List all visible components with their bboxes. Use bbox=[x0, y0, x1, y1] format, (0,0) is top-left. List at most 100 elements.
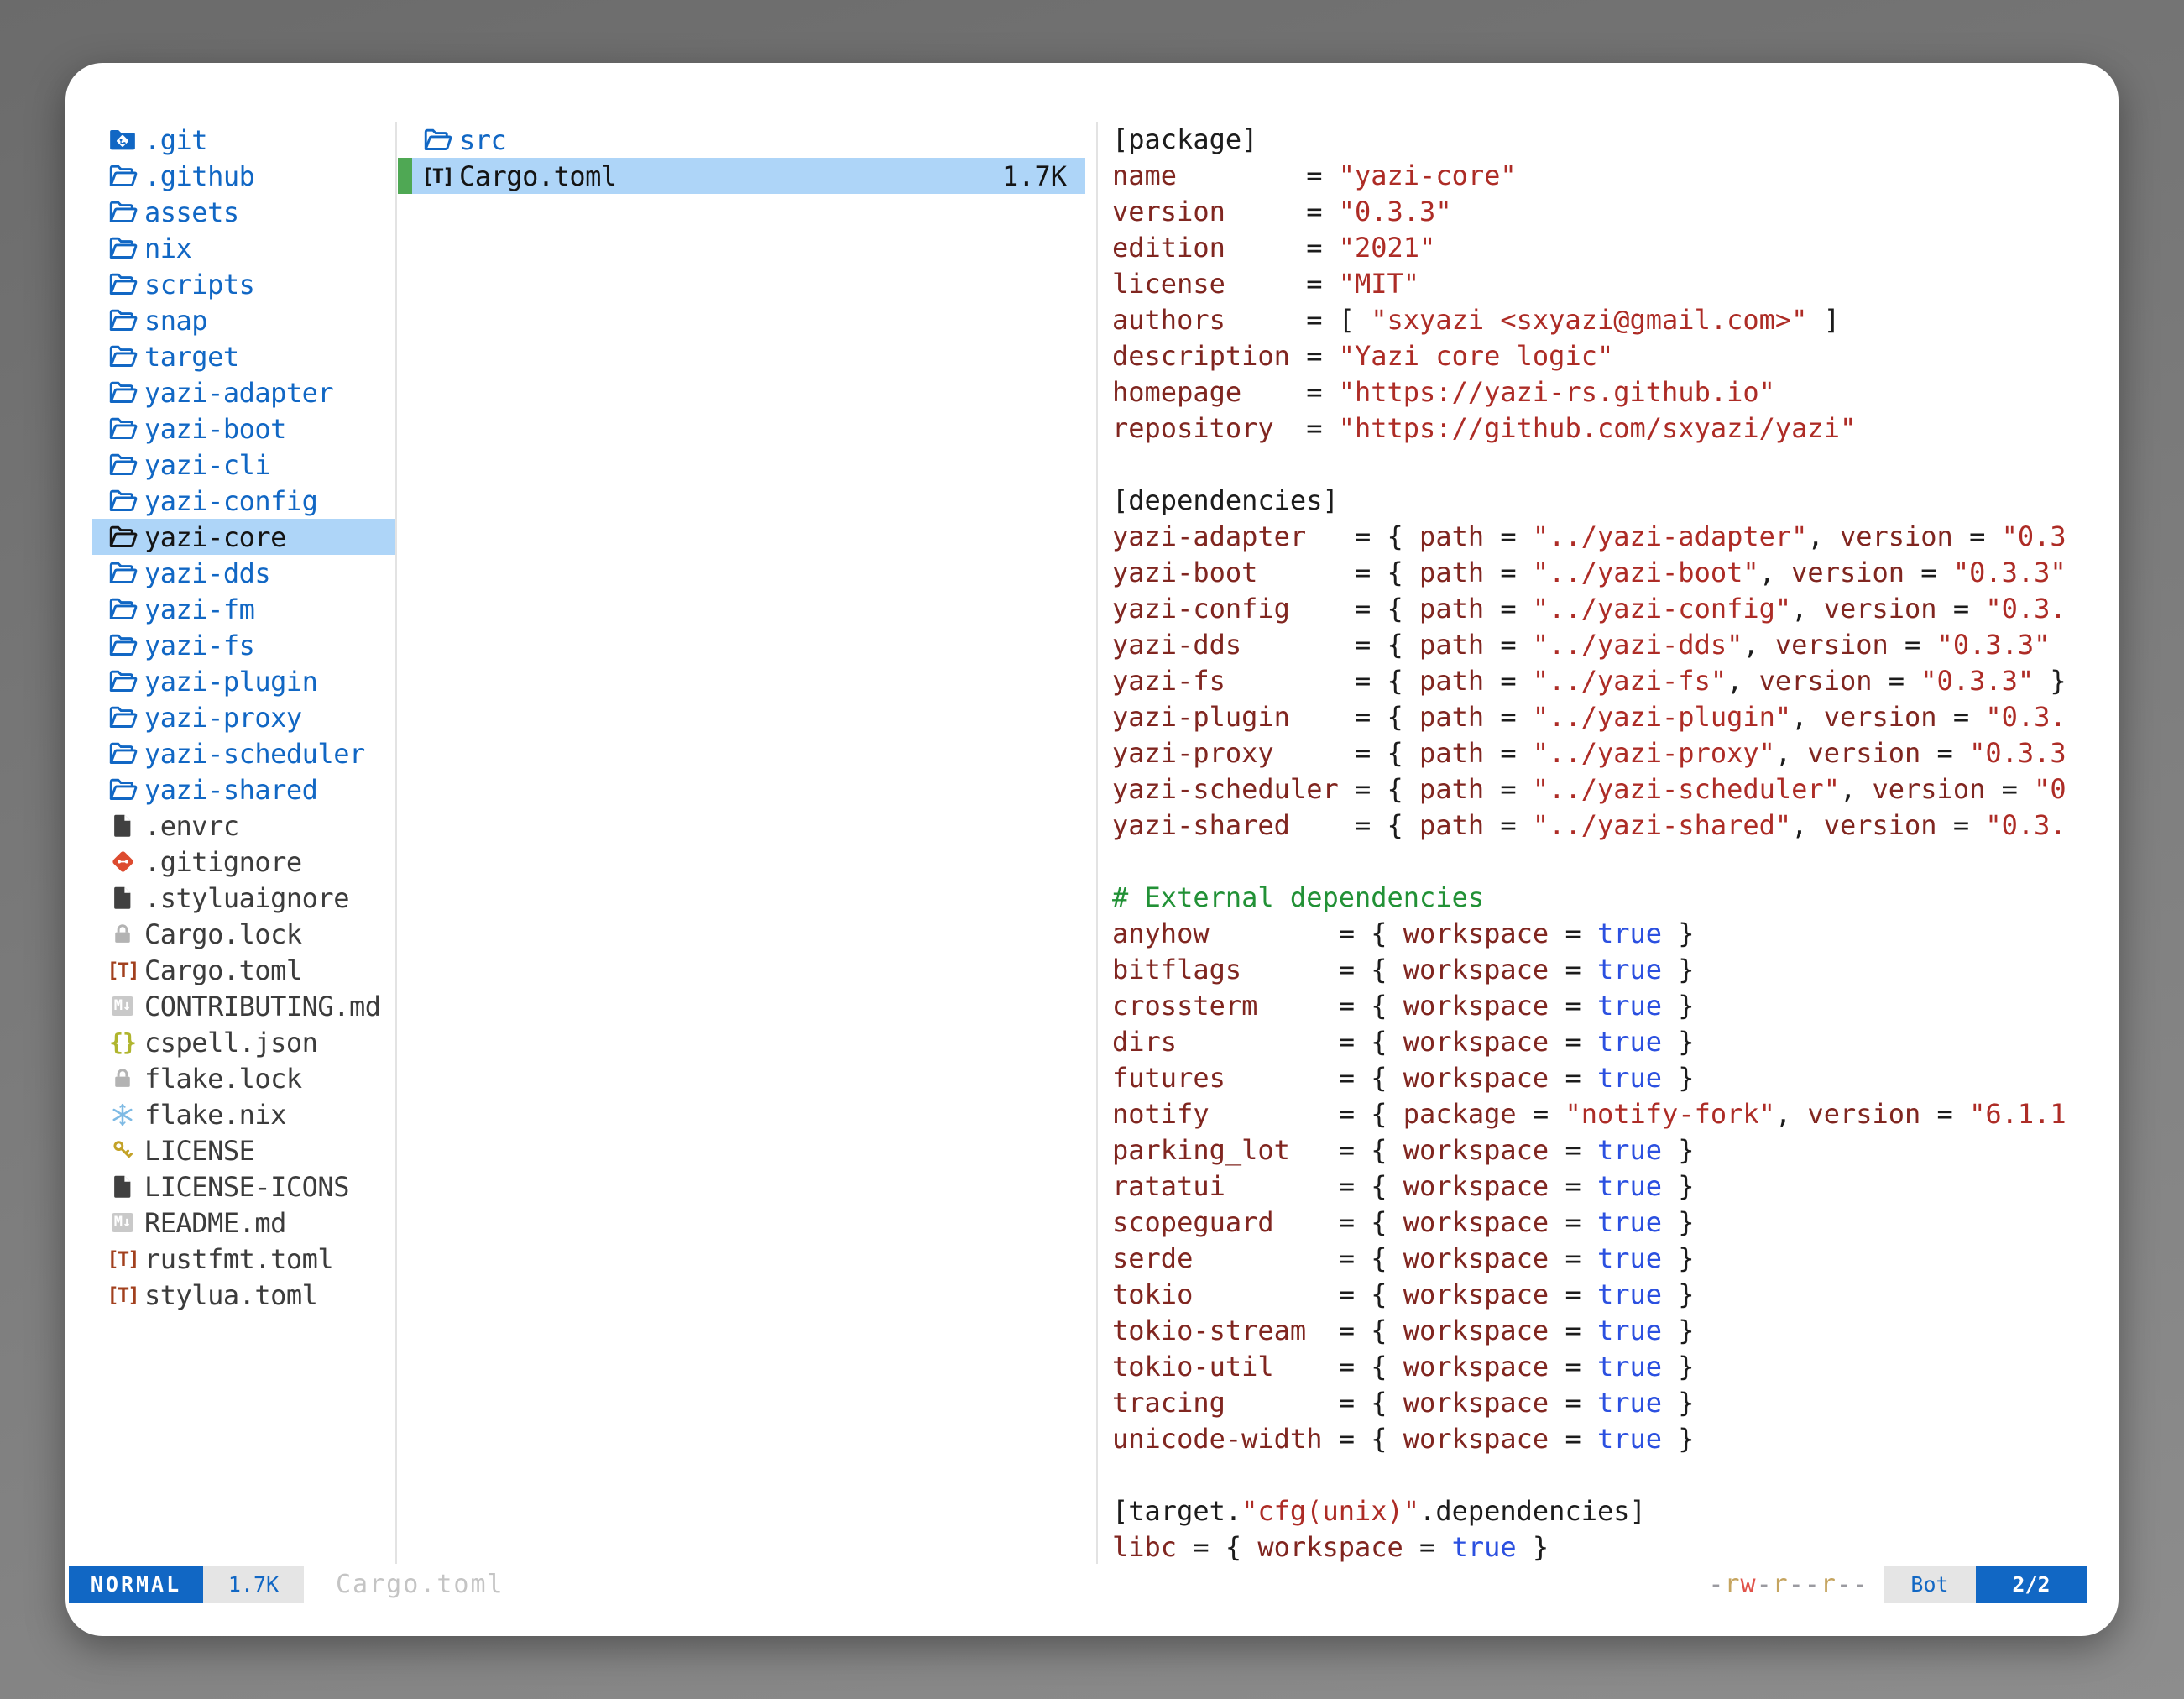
scroll-position-label: Bot bbox=[1884, 1566, 1976, 1603]
folder-icon bbox=[105, 738, 140, 770]
file-row[interactable]: yazi-dds bbox=[92, 555, 395, 591]
file-label: Cargo.lock bbox=[144, 918, 302, 950]
pane-divider bbox=[1096, 122, 1098, 1564]
preview-line: futures = { workspace = true } bbox=[1112, 1060, 2119, 1096]
file-row[interactable]: .envrc bbox=[92, 808, 395, 844]
current-pane[interactable]: src[T]Cargo.toml1.7K bbox=[398, 122, 1085, 194]
toml-icon: [T] bbox=[420, 160, 455, 192]
file-row[interactable]: Cargo.lock bbox=[92, 916, 395, 952]
preview-line: name = "yazi-core" bbox=[1112, 158, 2119, 194]
file-row[interactable]: yazi-core bbox=[92, 519, 395, 555]
cursor-position-badge: 2/2 bbox=[1976, 1566, 2087, 1603]
lock-icon bbox=[105, 918, 140, 950]
file-row[interactable]: .git bbox=[92, 122, 395, 158]
file-row[interactable]: scripts bbox=[92, 266, 395, 302]
file-label: yazi-dds bbox=[144, 557, 270, 589]
file-label: .styluaignore bbox=[144, 882, 349, 914]
preview-line: notify = { package = "notify-fork", vers… bbox=[1112, 1096, 2119, 1132]
folder-icon bbox=[105, 377, 140, 409]
file-label: .envrc bbox=[144, 810, 239, 842]
preview-line: tokio-util = { workspace = true } bbox=[1112, 1349, 2119, 1385]
preview-line: [package] bbox=[1112, 122, 2119, 158]
file-row[interactable]: yazi-adapter bbox=[92, 374, 395, 410]
file-row[interactable]: target bbox=[92, 338, 395, 374]
mode-badge: NORMAL bbox=[69, 1566, 203, 1603]
file-label: yazi-fs bbox=[144, 630, 254, 661]
file-label: Cargo.toml bbox=[459, 160, 617, 192]
status-bar: NORMAL 1.7K Cargo.toml -rw-r--r-- Bot 2/… bbox=[65, 1566, 2119, 1603]
file-row[interactable]: LICENSE bbox=[92, 1132, 395, 1168]
file-label: yazi-config bbox=[144, 485, 317, 517]
file-row[interactable]: yazi-config bbox=[92, 483, 395, 519]
preview-line: serde = { workspace = true } bbox=[1112, 1241, 2119, 1277]
preview-line bbox=[1112, 844, 2119, 880]
toml-icon: [T] bbox=[105, 1279, 140, 1311]
preview-line: edition = "2021" bbox=[1112, 230, 2119, 266]
preview-line: [target."cfg(unix)".dependencies] bbox=[1112, 1493, 2119, 1529]
file-row[interactable]: yazi-plugin bbox=[92, 663, 395, 699]
preview-line: crossterm = { workspace = true } bbox=[1112, 988, 2119, 1024]
status-filename: Cargo.toml bbox=[336, 1570, 504, 1599]
file-label: rustfmt.toml bbox=[144, 1243, 333, 1275]
folder-icon bbox=[105, 521, 140, 553]
git-folder-icon bbox=[105, 124, 140, 156]
folder-icon bbox=[105, 702, 140, 734]
file-row[interactable]: yazi-scheduler bbox=[92, 735, 395, 771]
file-label: flake.nix bbox=[144, 1099, 286, 1131]
file-row[interactable]: yazi-fs bbox=[92, 627, 395, 663]
file-row[interactable]: yazi-fm bbox=[92, 591, 395, 627]
file-row[interactable]: yazi-cli bbox=[92, 447, 395, 483]
file-label: yazi-scheduler bbox=[144, 738, 365, 770]
file-label: LICENSE-ICONS bbox=[144, 1171, 349, 1203]
parent-pane[interactable]: .git.githubassetsnixscriptssnaptarget yaz… bbox=[92, 122, 395, 1313]
file-row[interactable]: .github bbox=[92, 158, 395, 194]
file-permissions: -rw-r--r-- bbox=[1708, 1570, 1868, 1599]
json-icon: {} bbox=[105, 1027, 140, 1059]
file-size-badge: 1.7K bbox=[203, 1566, 304, 1603]
file-row[interactable]: {}cspell.json bbox=[92, 1024, 395, 1060]
folder-icon bbox=[420, 124, 455, 156]
file-row[interactable]: yazi-shared bbox=[92, 771, 395, 808]
file-row[interactable]: LICENSE-ICONS bbox=[92, 1168, 395, 1205]
preview-pane[interactable]: [package]name = "yazi-core"version = "0.… bbox=[1112, 122, 2119, 1566]
gitignore-icon bbox=[105, 846, 140, 878]
file-row[interactable]: flake.lock bbox=[92, 1060, 395, 1096]
preview-line: [dependencies] bbox=[1112, 483, 2119, 519]
file-row[interactable]: [T]stylua.toml bbox=[92, 1277, 395, 1313]
preview-line: license = "MIT" bbox=[1112, 266, 2119, 302]
toml-icon: [T] bbox=[105, 954, 140, 986]
file-row[interactable]: .gitignore bbox=[92, 844, 395, 880]
file-row[interactable]: flake.nix bbox=[92, 1096, 395, 1132]
file-row[interactable]: .styluaignore bbox=[92, 880, 395, 916]
file-label: CONTRIBUTING.md bbox=[144, 991, 380, 1022]
file-label: Cargo.toml bbox=[144, 954, 302, 986]
folder-icon bbox=[105, 413, 140, 445]
file-label: .github bbox=[144, 160, 254, 192]
file-label: yazi-adapter bbox=[144, 377, 333, 409]
file-row[interactable]: [T]Cargo.toml1.7K bbox=[398, 158, 1085, 194]
nix-icon bbox=[105, 1099, 140, 1131]
file-row[interactable]: yazi-proxy bbox=[92, 699, 395, 735]
preview-line: description = "Yazi core logic" bbox=[1112, 338, 2119, 374]
file-row[interactable]: nix bbox=[92, 230, 395, 266]
file-row[interactable]: src bbox=[398, 122, 1085, 158]
file-label: yazi-cli bbox=[144, 449, 270, 481]
file-label: LICENSE bbox=[144, 1135, 254, 1167]
preview-line: ratatui = { workspace = true } bbox=[1112, 1168, 2119, 1205]
preview-line: yazi-fs = { path = "../yazi-fs", version… bbox=[1112, 663, 2119, 699]
folder-icon bbox=[105, 341, 140, 373]
file-row[interactable]: [T]rustfmt.toml bbox=[92, 1241, 395, 1277]
file-label: yazi-fm bbox=[144, 593, 254, 625]
file-label: target bbox=[144, 341, 239, 373]
file-row[interactable]: [T]Cargo.toml bbox=[92, 952, 395, 988]
file-row[interactable]: yazi-boot bbox=[92, 410, 395, 447]
file-label: src bbox=[459, 124, 506, 156]
file-row[interactable]: M↓README.md bbox=[92, 1205, 395, 1241]
file-row[interactable]: assets bbox=[92, 194, 395, 230]
preview-line: yazi-dds = { path = "../yazi-dds", versi… bbox=[1112, 627, 2119, 663]
file-row[interactable]: snap bbox=[92, 302, 395, 338]
file-label: stylua.toml bbox=[144, 1279, 317, 1311]
file-row[interactable]: M↓CONTRIBUTING.md bbox=[92, 988, 395, 1024]
file-icon bbox=[105, 810, 140, 842]
preview-line: # External dependencies bbox=[1112, 880, 2119, 916]
